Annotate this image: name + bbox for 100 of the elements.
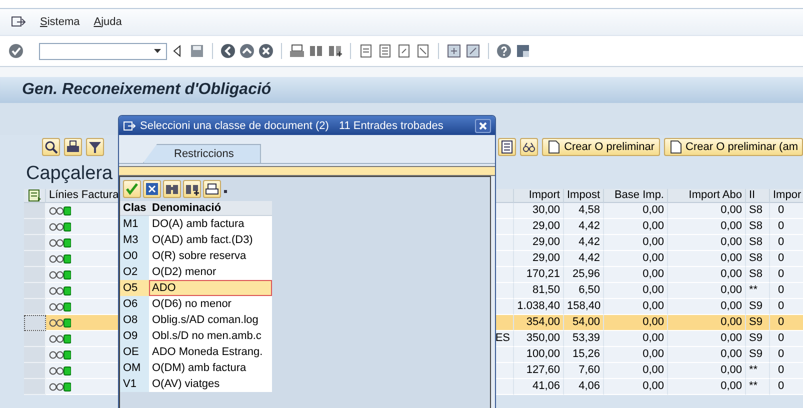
cancel-icon[interactable] — [258, 43, 274, 59]
back-icon[interactable] — [220, 43, 236, 59]
code-cell[interactable]: OE — [120, 344, 149, 360]
name-cell[interactable]: ADO — [149, 280, 272, 296]
table-cell: 6,50 — [564, 283, 604, 299]
table-cell: 0,00 — [604, 363, 668, 379]
first-page-icon[interactable] — [358, 43, 374, 59]
table-cell: 0,00 — [604, 203, 668, 219]
table-cell: S8 — [746, 219, 770, 235]
table-cell: 4,06 — [564, 379, 604, 395]
table-cell: ** — [746, 283, 770, 299]
table-cell: 0,00 — [604, 235, 668, 251]
table-cell: 15,26 — [564, 347, 604, 363]
table-settings-icon[interactable] — [28, 189, 42, 202]
table-cell: 4,42 — [564, 219, 604, 235]
code-cell[interactable]: M1 — [120, 216, 149, 232]
glasses-icon — [522, 140, 536, 154]
dialog-title: Seleccioni una classe de document (2) — [140, 120, 329, 132]
glasses-button[interactable] — [520, 138, 538, 156]
print-icon[interactable] — [289, 43, 305, 59]
table-cell: 0 — [770, 299, 803, 315]
zoom-button[interactable] — [42, 138, 60, 156]
filter-icon — [88, 140, 102, 154]
code-cell[interactable]: O2 — [120, 264, 149, 280]
table-cell: 29,00 — [514, 235, 564, 251]
find-next-button[interactable] — [183, 180, 201, 198]
code-cell[interactable]: O6 — [120, 296, 149, 312]
previous-page-icon[interactable] — [377, 43, 393, 59]
code-cell[interactable]: O0 — [120, 248, 149, 264]
table-cell: S8 — [746, 203, 770, 219]
table-cell: 0 — [770, 267, 803, 283]
printer-icon — [66, 140, 80, 154]
table-cell: 30,00 — [514, 203, 564, 219]
table-cell: 0 — [770, 283, 803, 299]
table-cell: 170,21 — [514, 267, 564, 283]
table-cell: 0 — [770, 219, 803, 235]
table-cell: 81,50 — [514, 283, 564, 299]
up-icon[interactable] — [239, 43, 255, 59]
table-cell: 0 — [770, 363, 803, 379]
table-cell: 4,42 — [564, 235, 604, 251]
table-cell: 0,00 — [668, 347, 746, 363]
code-cell[interactable]: O9 — [120, 328, 149, 344]
layout-icon[interactable] — [515, 43, 531, 59]
table-cell: 29,00 — [514, 219, 564, 235]
help-icon[interactable] — [496, 43, 512, 59]
code-cell[interactable]: V1 — [120, 376, 149, 392]
filter-button[interactable] — [86, 138, 104, 156]
menu-item[interactable]: Ajuda — [94, 16, 122, 28]
cancel-button[interactable] — [143, 180, 161, 198]
command-field[interactable] — [39, 42, 167, 60]
page-title: Gen. Reconeixement d'Obligació — [22, 81, 272, 99]
create-button[interactable]: Crear O preliminar — [542, 138, 660, 156]
table-cell: 41,06 — [514, 379, 564, 395]
status-lights-icon — [49, 334, 71, 344]
print-button[interactable] — [203, 180, 221, 198]
status-lights-icon — [49, 286, 71, 296]
table-cell: 29,00 — [514, 251, 564, 267]
document-icon — [668, 140, 683, 154]
shortcut-icon[interactable] — [465, 43, 481, 59]
table-cell: 0,00 — [668, 331, 746, 347]
find-button[interactable] — [163, 180, 181, 198]
table-cell: 0,00 — [668, 363, 746, 379]
table-cell: S9 — [746, 299, 770, 315]
status-lights-icon — [49, 350, 71, 360]
table-cell: 0,00 — [604, 219, 668, 235]
table-cell: 0,00 — [668, 267, 746, 283]
code-cell[interactable]: M3 — [120, 232, 149, 248]
table-cell: 0,00 — [604, 299, 668, 315]
table-cell: 0,00 — [604, 251, 668, 267]
printer-icon — [205, 182, 219, 196]
checkmark-icon[interactable] — [8, 43, 24, 59]
table-cell: 0,00 — [668, 219, 746, 235]
table-cell: 0 — [770, 331, 803, 347]
row-selector[interactable] — [24, 315, 46, 331]
create-button[interactable]: Crear O preliminar (am — [664, 138, 803, 156]
status-lights-icon — [49, 222, 71, 232]
code-cell[interactable]: O8 — [120, 312, 149, 328]
status-lights-icon — [49, 366, 71, 376]
column-header: Base Imp. — [604, 189, 668, 203]
table-cell: 0 — [770, 315, 803, 331]
menu-item[interactable]: Sistema — [40, 16, 80, 28]
table-cell: 7,60 — [564, 363, 604, 379]
table-cell: S9 — [746, 347, 770, 363]
print-button[interactable] — [64, 138, 82, 156]
dropdown-icon[interactable] — [153, 47, 162, 55]
new-session-icon[interactable] — [446, 43, 462, 59]
table-cell: S9 — [746, 331, 770, 347]
column-header: Clas — [122, 201, 148, 215]
confirm-button[interactable] — [123, 180, 141, 198]
tab[interactable]: Restriccions — [143, 144, 261, 163]
code-cell[interactable]: O5 — [120, 280, 149, 296]
close-button[interactable] — [475, 118, 491, 132]
table-cell: 350,00 — [514, 331, 564, 347]
details-button[interactable] — [498, 138, 516, 156]
status-lights-icon — [49, 254, 71, 264]
code-cell[interactable]: OM — [120, 360, 149, 376]
column-header: II — [746, 189, 770, 203]
table-cell: 127,60 — [514, 363, 564, 379]
table-cell: 354,00 — [514, 315, 564, 331]
entries-count: 11 Entrades trobades — [338, 120, 444, 132]
